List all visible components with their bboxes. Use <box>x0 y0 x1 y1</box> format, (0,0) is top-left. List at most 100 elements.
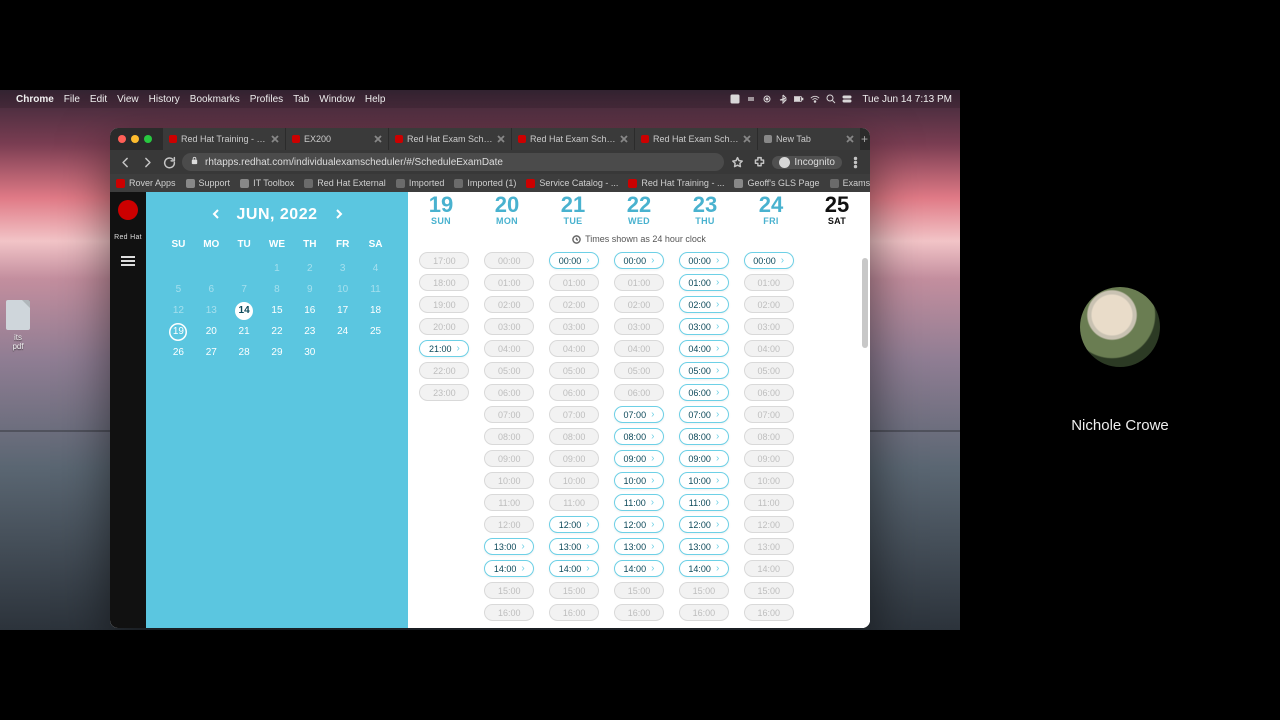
redhat-logo-icon[interactable] <box>118 200 138 220</box>
time-slot-available[interactable]: 04:00 <box>679 340 729 357</box>
bookmark-item[interactable]: Geoff's GLS Page <box>734 178 819 188</box>
time-slot-available[interactable]: 08:00 <box>679 428 729 445</box>
mac-menu-help[interactable]: Help <box>365 94 386 105</box>
calendar-day[interactable]: 13 <box>195 300 228 321</box>
time-slot-available[interactable]: 13:00 <box>484 538 534 555</box>
calendar-day[interactable]: 10 <box>326 279 359 300</box>
desktop-file[interactable]: its pdf <box>0 300 36 351</box>
calendar-day[interactable]: 29 <box>261 342 294 363</box>
status-wifi-icon[interactable] <box>810 94 820 104</box>
nav-reload-button[interactable] <box>160 153 178 171</box>
time-slot-available[interactable]: 06:00 <box>679 384 729 401</box>
time-slot-available[interactable]: 13:00 <box>614 538 664 555</box>
bookmark-item[interactable]: IT Toolbox <box>240 178 294 188</box>
calendar-day[interactable]: 1 <box>261 258 294 279</box>
time-slot-available[interactable]: 14:00 <box>484 560 534 577</box>
status-control-center-icon[interactable] <box>842 94 852 104</box>
time-slot-available[interactable]: 09:00 <box>679 450 729 467</box>
time-slot-available[interactable]: 08:00 <box>614 428 664 445</box>
bookmark-item[interactable]: Imported (1) <box>454 178 516 188</box>
time-slot-available[interactable]: 07:00 <box>614 406 664 423</box>
time-slot-available[interactable]: 12:00 <box>614 516 664 533</box>
status-search-icon[interactable] <box>826 94 836 104</box>
calendar-day[interactable]: 14 <box>228 300 261 321</box>
day-header[interactable]: 19SUN <box>408 194 474 226</box>
day-header[interactable]: 22WED <box>606 194 672 226</box>
status-recording-icon[interactable] <box>730 94 740 104</box>
time-slot-available[interactable]: 12:00 <box>679 516 729 533</box>
bookmark-item[interactable]: Rover Apps <box>116 178 176 188</box>
mac-menu-profiles[interactable]: Profiles <box>250 94 283 105</box>
window-close-icon[interactable] <box>118 135 126 143</box>
day-header[interactable]: 20MON <box>474 194 540 226</box>
tab-close-icon[interactable] <box>743 135 751 143</box>
calendar-day[interactable]: 19 <box>162 321 195 342</box>
day-header[interactable]: 21TUE <box>540 194 606 226</box>
time-slot-available[interactable]: 07:00 <box>679 406 729 423</box>
calendar-day[interactable]: 27 <box>195 342 228 363</box>
mac-menu-file[interactable]: File <box>64 94 80 105</box>
time-slot-available[interactable]: 11:00 <box>679 494 729 511</box>
bookmark-item[interactable]: Red Hat External <box>304 178 386 188</box>
calendar-day[interactable]: 18 <box>359 300 392 321</box>
nav-forward-button[interactable] <box>138 153 156 171</box>
time-slot-available[interactable]: 11:00 <box>614 494 664 511</box>
time-slot-available[interactable]: 12:00 <box>549 516 599 533</box>
status-battery-icon[interactable] <box>794 94 804 104</box>
status-settings-icon[interactable] <box>762 94 772 104</box>
status-extension-icon[interactable] <box>746 94 756 104</box>
tab-close-icon[interactable] <box>374 135 382 143</box>
time-slot-available[interactable]: 14:00 <box>549 560 599 577</box>
calendar-day[interactable]: 28 <box>228 342 261 363</box>
time-slot-available[interactable]: 01:00 <box>679 274 729 291</box>
bookmark-item[interactable]: Exams/Remote Ex... <box>830 178 870 188</box>
address-bar[interactable]: rhtapps.redhat.com/individualexamschedul… <box>182 153 724 171</box>
day-header[interactable]: 25SAT <box>804 194 870 226</box>
window-maximize-icon[interactable] <box>144 135 152 143</box>
browser-tab[interactable]: Red Hat Exam Scheduler <box>635 128 758 150</box>
bookmark-item[interactable]: Imported <box>396 178 445 188</box>
mac-menu-bar[interactable]: Chrome File Edit View History Bookmarks … <box>0 90 960 108</box>
time-slot-available[interactable]: 00:00 <box>744 252 794 269</box>
browser-tab[interactable]: Red Hat Training - INTERN <box>163 128 286 150</box>
calendar-day[interactable]: 21 <box>228 321 261 342</box>
time-slot-available[interactable]: 00:00 <box>614 252 664 269</box>
time-slot-available[interactable]: 00:00 <box>679 252 729 269</box>
tab-close-icon[interactable] <box>271 135 279 143</box>
calendar-day[interactable]: 8 <box>261 279 294 300</box>
calendar-day[interactable]: 20 <box>195 321 228 342</box>
mac-menu-history[interactable]: History <box>149 94 180 105</box>
browser-tab[interactable]: Red Hat Exam Scheduler <box>389 128 512 150</box>
browser-tab[interactable]: EX200 <box>286 128 389 150</box>
calendar-prev-button[interactable] <box>211 206 221 224</box>
window-traffic-lights[interactable] <box>116 128 163 150</box>
time-slot-available[interactable]: 21:00 <box>419 340 469 357</box>
calendar-day[interactable]: 15 <box>261 300 294 321</box>
mac-app-name[interactable]: Chrome <box>16 94 54 105</box>
day-header[interactable]: 24FRI <box>738 194 804 226</box>
side-nav-toggle-icon[interactable] <box>120 255 136 270</box>
mac-clock[interactable]: Tue Jun 14 7:13 PM <box>862 94 952 105</box>
browser-tab[interactable]: Red Hat Exam Scheduler <box>512 128 635 150</box>
calendar-day[interactable]: 24 <box>326 321 359 342</box>
nav-back-button[interactable] <box>116 153 134 171</box>
calendar-day[interactable]: 9 <box>293 279 326 300</box>
bookmark-item[interactable]: Service Catalog - ... <box>526 178 618 188</box>
calendar-day[interactable]: 12 <box>162 300 195 321</box>
calendar-next-button[interactable] <box>334 206 344 224</box>
mac-menu-bookmarks[interactable]: Bookmarks <box>190 94 240 105</box>
mac-menu-window[interactable]: Window <box>319 94 355 105</box>
time-slot-available[interactable]: 05:00 <box>679 362 729 379</box>
tab-close-icon[interactable] <box>846 135 854 143</box>
tab-close-icon[interactable] <box>497 135 505 143</box>
calendar-day[interactable]: 11 <box>359 279 392 300</box>
browser-tab[interactable]: New Tab <box>758 128 861 150</box>
time-slot-available[interactable]: 10:00 <box>614 472 664 489</box>
time-slot-available[interactable]: 14:00 <box>679 560 729 577</box>
calendar-day[interactable]: 22 <box>261 321 294 342</box>
new-tab-button[interactable]: + <box>861 128 868 150</box>
tab-close-icon[interactable] <box>620 135 628 143</box>
time-slot-available[interactable]: 13:00 <box>549 538 599 555</box>
calendar-day[interactable]: 26 <box>162 342 195 363</box>
calendar-day[interactable]: 16 <box>293 300 326 321</box>
